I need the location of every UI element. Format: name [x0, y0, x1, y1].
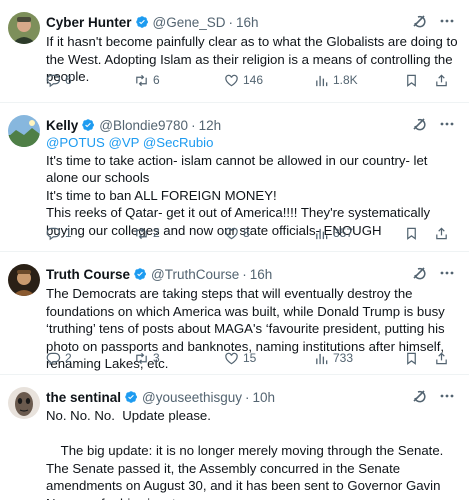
tweet-line: It's time to ban ALL FOREIGN MONEY!: [46, 187, 277, 203]
author-name[interactable]: Kelly: [46, 118, 78, 133]
timestamp[interactable]: 10h: [253, 390, 276, 405]
more-icon[interactable]: [439, 388, 455, 404]
verified-badge-icon: [125, 391, 137, 403]
tweet-header: Truth Course @TruthCourse · 16h: [46, 264, 461, 284]
author-name[interactable]: the sentinal: [46, 390, 121, 405]
reply-icon: [46, 227, 61, 240]
more-icon[interactable]: [439, 265, 455, 281]
tweet[interactable]: Kelly @Blondie9780 · 12h @POTUS @VP @Sec…: [0, 103, 469, 252]
views-count: 1.8K: [333, 73, 358, 87]
repost-count: 2: [153, 226, 160, 240]
author-name[interactable]: Cyber Hunter: [46, 15, 132, 30]
verified-badge-icon: [134, 268, 146, 280]
mentions-link[interactable]: @POTUS @VP @SecRubio: [46, 134, 461, 152]
tweet[interactable]: the sentinal @youseethisguy · 10h No. No…: [0, 375, 469, 500]
reply-icon: [46, 352, 61, 365]
repost-button[interactable]: 2: [134, 226, 160, 241]
separator: ·: [245, 389, 250, 405]
like-icon: [225, 74, 238, 86]
views-icon: [316, 75, 328, 86]
reply-count: 1: [65, 226, 72, 240]
views-count: 733: [333, 351, 354, 365]
like-button[interactable]: 15: [224, 351, 256, 366]
tweet-header: Kelly @Blondie9780 · 12h: [46, 115, 461, 135]
bookmark-button[interactable]: [404, 351, 419, 366]
repost-button[interactable]: 3: [134, 351, 160, 366]
repost-icon: [136, 74, 147, 86]
share-button[interactable]: [434, 351, 449, 366]
separator: ·: [191, 117, 196, 133]
like-count: 15: [243, 351, 257, 365]
repost-count: 3: [153, 351, 160, 365]
like-count: 146: [243, 73, 264, 87]
views-icon: [316, 228, 328, 239]
avatar[interactable]: [8, 12, 40, 44]
tweet-actions: 6 6 146 1.8K: [46, 71, 461, 89]
grok-icon[interactable]: [411, 388, 427, 404]
tweet-line: The big update: it is no longer merely m…: [46, 443, 444, 500]
repost-icon: [136, 227, 147, 239]
tweet[interactable]: Truth Course @TruthCourse · 16h The Demo…: [0, 252, 469, 375]
like-icon: [225, 352, 238, 364]
timestamp[interactable]: 16h: [250, 267, 273, 282]
avatar[interactable]: [8, 115, 40, 147]
tweet-actions: 2 3 15 733: [46, 349, 461, 367]
views-count: 357: [333, 226, 354, 240]
author-handle[interactable]: @TruthCourse: [151, 267, 239, 282]
reply-count: 2: [65, 351, 72, 365]
bookmark-button[interactable]: [404, 226, 419, 241]
more-icon[interactable]: [439, 13, 455, 29]
verified-badge-icon: [135, 16, 148, 28]
like-button[interactable]: 8: [224, 226, 250, 241]
repost-button[interactable]: 6: [134, 73, 160, 88]
views-button[interactable]: 357: [314, 226, 353, 241]
bookmark-icon: [407, 352, 416, 365]
reply-icon: [46, 74, 61, 87]
like-icon: [225, 227, 238, 239]
views-icon: [316, 353, 328, 364]
timestamp[interactable]: 16h: [236, 15, 259, 30]
avatar[interactable]: [8, 387, 40, 419]
verified-badge-icon: [82, 119, 95, 131]
repost-count: 6: [153, 73, 160, 87]
more-icon[interactable]: [439, 116, 455, 132]
author-name[interactable]: Truth Course: [46, 267, 130, 282]
like-count: 8: [243, 226, 250, 240]
tweet-line: It's time to take action- islam cannot b…: [46, 152, 432, 186]
author-handle[interactable]: @Gene_SD: [153, 15, 226, 30]
share-button[interactable]: [434, 226, 449, 241]
avatar[interactable]: [8, 264, 40, 296]
reply-count: 6: [65, 73, 72, 87]
separator: ·: [228, 14, 234, 30]
views-button[interactable]: 1.8K: [314, 73, 358, 88]
tweet-line: No. No. No. Update please.: [46, 408, 211, 423]
grok-icon[interactable]: [411, 116, 427, 132]
timeline-feed: Cyber Hunter @Gene_SD · 16h If it hasn't…: [0, 0, 469, 500]
bookmark-icon: [407, 74, 416, 87]
share-icon: [436, 73, 447, 86]
reply-button[interactable]: 2: [46, 351, 72, 366]
author-handle[interactable]: @youseethisguy: [142, 390, 242, 405]
separator: ·: [242, 266, 247, 282]
tweet-actions: 1 2 8 357: [46, 224, 461, 242]
tweet-text: No. No. No. Update please. The big updat…: [46, 407, 461, 500]
share-button[interactable]: [434, 73, 449, 88]
tweet-header: the sentinal @youseethisguy · 10h: [46, 387, 461, 407]
views-button[interactable]: 733: [314, 351, 353, 366]
reply-button[interactable]: 6: [46, 73, 72, 88]
tweet[interactable]: Cyber Hunter @Gene_SD · 16h If it hasn't…: [0, 0, 469, 103]
repost-icon: [136, 352, 147, 364]
grok-icon[interactable]: [411, 13, 427, 29]
author-handle[interactable]: @Blondie9780: [99, 118, 188, 133]
grok-icon[interactable]: [411, 265, 427, 281]
share-icon: [436, 351, 447, 364]
bookmark-button[interactable]: [404, 73, 419, 88]
like-button[interactable]: 146: [224, 73, 263, 88]
tweet-line: [46, 425, 461, 443]
bookmark-icon: [407, 227, 416, 240]
reply-button[interactable]: 1: [46, 226, 72, 241]
timestamp[interactable]: 12h: [199, 118, 222, 133]
tweet-header: Cyber Hunter @Gene_SD · 16h: [46, 12, 461, 32]
share-icon: [436, 226, 447, 239]
